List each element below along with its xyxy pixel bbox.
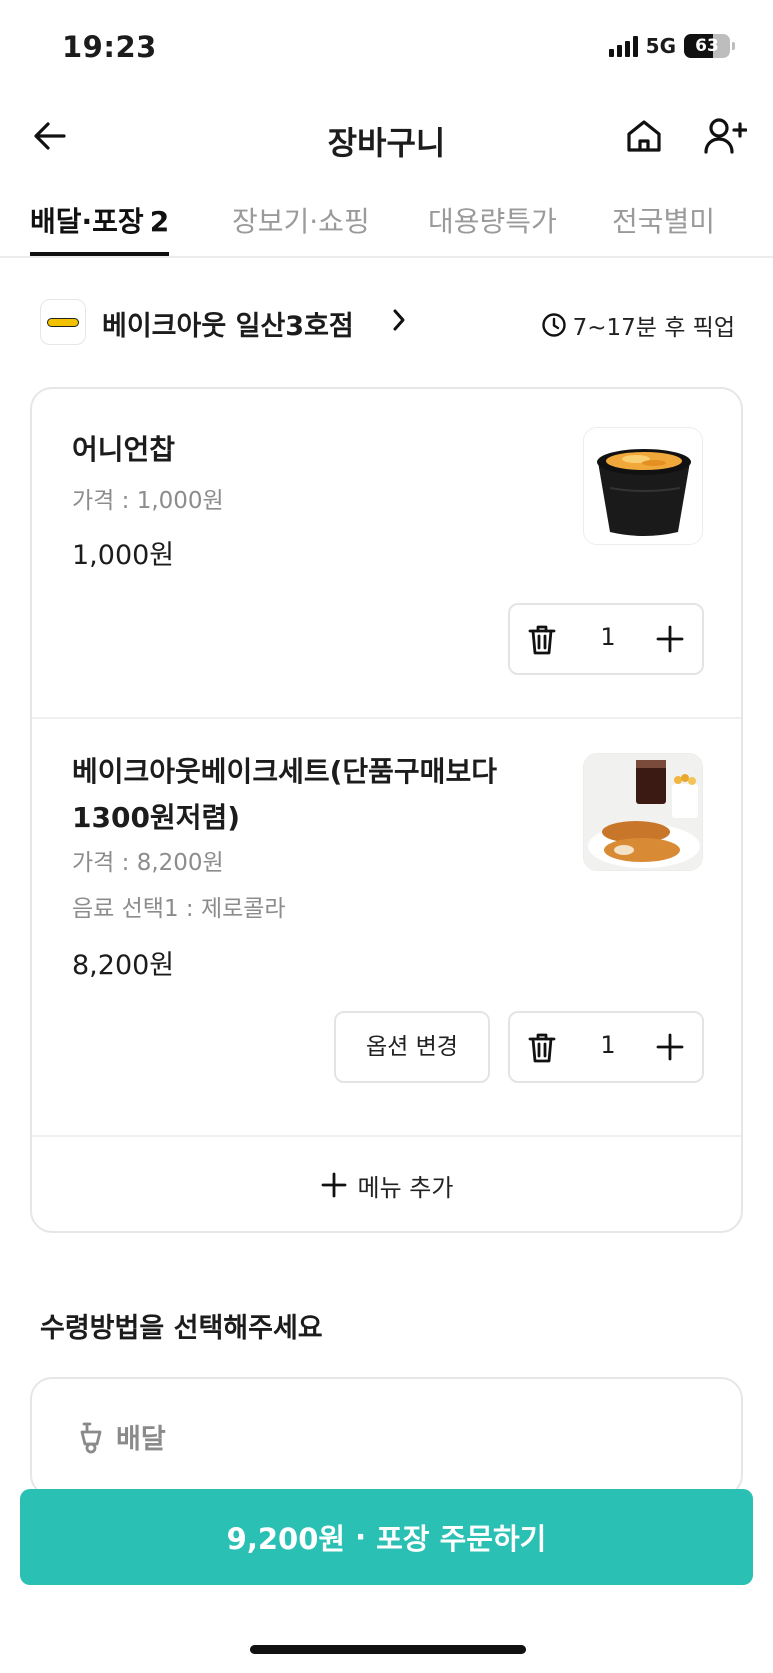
home-indicator <box>250 1645 526 1654</box>
item-total-price: 1,000원 <box>72 540 175 571</box>
order-action-label: 포장 주문하기 <box>376 1522 547 1556</box>
category-tabs: 배달·포장 2 장보기·쇼핑 대용량특가 전국별미 <box>0 190 773 258</box>
store-logo <box>40 299 86 345</box>
trash-icon <box>528 1033 556 1063</box>
item-name: 베이크아웃베이크세트(단품구매보다 1300원저렴) <box>72 755 497 834</box>
cart-item: 베이크아웃베이크세트(단품구매보다 1300원저렴) 가격 : 8,200원 음… <box>32 719 741 1137</box>
quantity-value: 1 <box>600 623 616 651</box>
plus-icon <box>321 1172 346 1198</box>
order-button[interactable]: 9,200원 · 포장 주문하기 <box>20 1489 753 1585</box>
status-bar: 19:23 5G 63 <box>0 0 773 100</box>
quantity-stepper: 1 <box>508 1011 704 1083</box>
clock-icon <box>541 313 566 337</box>
delivery-option-label: 배달 <box>116 1424 166 1455</box>
add-person-icon <box>704 118 747 154</box>
quantity-stepper: 1 <box>508 603 704 675</box>
item-total-price: 8,200원 <box>72 950 175 981</box>
tab-count: 2 <box>149 205 170 238</box>
trash-icon <box>528 625 556 655</box>
quantity-value: 1 <box>600 1031 616 1059</box>
home-icon <box>627 120 661 152</box>
delivery-option[interactable]: 배달 <box>76 1417 166 1456</box>
delete-button[interactable] <box>524 1029 560 1067</box>
store-name-link[interactable]: 베이크아웃 일산3호점 <box>102 304 354 343</box>
item-option: 음료 선택1 : 제로콜라 <box>72 896 286 922</box>
bake-set-image <box>584 754 702 870</box>
plus-icon <box>656 1033 684 1061</box>
app-header: 장바구니 <box>0 100 773 175</box>
signal-icon <box>608 35 638 57</box>
item-image <box>583 427 703 545</box>
delete-button[interactable] <box>524 621 560 659</box>
receive-method-card: 배달 <box>30 1377 743 1497</box>
status-indicators: 5G 63 <box>608 34 735 58</box>
tab-delivery-pickup[interactable]: 배달·포장 2 <box>30 200 170 256</box>
network-type: 5G <box>645 34 676 58</box>
tab-regional-specialties[interactable]: 전국별미 <box>612 200 715 256</box>
store-logo-mark <box>47 317 79 327</box>
status-time: 19:23 <box>62 30 157 64</box>
receive-method-title: 수령방법을 선택해주세요 <box>40 1313 323 1344</box>
cart-item: 어니언찹 가격 : 1,000원 1,000원 1 <box>32 389 741 719</box>
order-amount: 9,200원 <box>226 1522 346 1556</box>
chevron-right-icon <box>393 309 405 331</box>
order-separator: · <box>355 1520 367 1554</box>
battery-icon: 63 <box>684 34 730 58</box>
tab-bulk-deals[interactable]: 대용량특가 <box>428 200 557 256</box>
pickup-time: 7~17분 후 픽업 <box>541 308 735 342</box>
increase-button[interactable] <box>650 1027 690 1067</box>
home-button[interactable] <box>620 112 668 160</box>
tab-grocery-shopping[interactable]: 장보기·쇼핑 <box>232 200 370 256</box>
item-name: 어니언찹 <box>72 433 176 466</box>
battery-level: 63 <box>695 36 719 56</box>
cart-card: 어니언찹 가격 : 1,000원 1,000원 1 베이크아웃베이크세트(단품구… <box>30 387 743 1233</box>
plus-icon <box>656 625 684 653</box>
pickup-time-text: 7~17분 후 픽업 <box>572 315 735 341</box>
invite-button[interactable] <box>700 112 750 160</box>
increase-button[interactable] <box>650 619 690 659</box>
store-row: 베이크아웃 일산3호점 7~17분 후 픽업 <box>40 296 735 346</box>
item-unit-price: 가격 : 8,200원 <box>72 850 224 876</box>
battery-cap <box>732 42 735 50</box>
onion-chop-image <box>584 428 702 544</box>
add-menu-button[interactable]: 메뉴 추가 <box>32 1137 741 1231</box>
item-image <box>583 753 703 871</box>
item-unit-price: 가격 : 1,000원 <box>72 488 224 514</box>
add-menu-label: 메뉴 추가 <box>357 1173 454 1202</box>
change-option-button[interactable]: 옵션 변경 <box>334 1011 490 1083</box>
scooter-icon <box>80 1422 102 1453</box>
tab-label: 배달·포장 <box>30 205 144 238</box>
